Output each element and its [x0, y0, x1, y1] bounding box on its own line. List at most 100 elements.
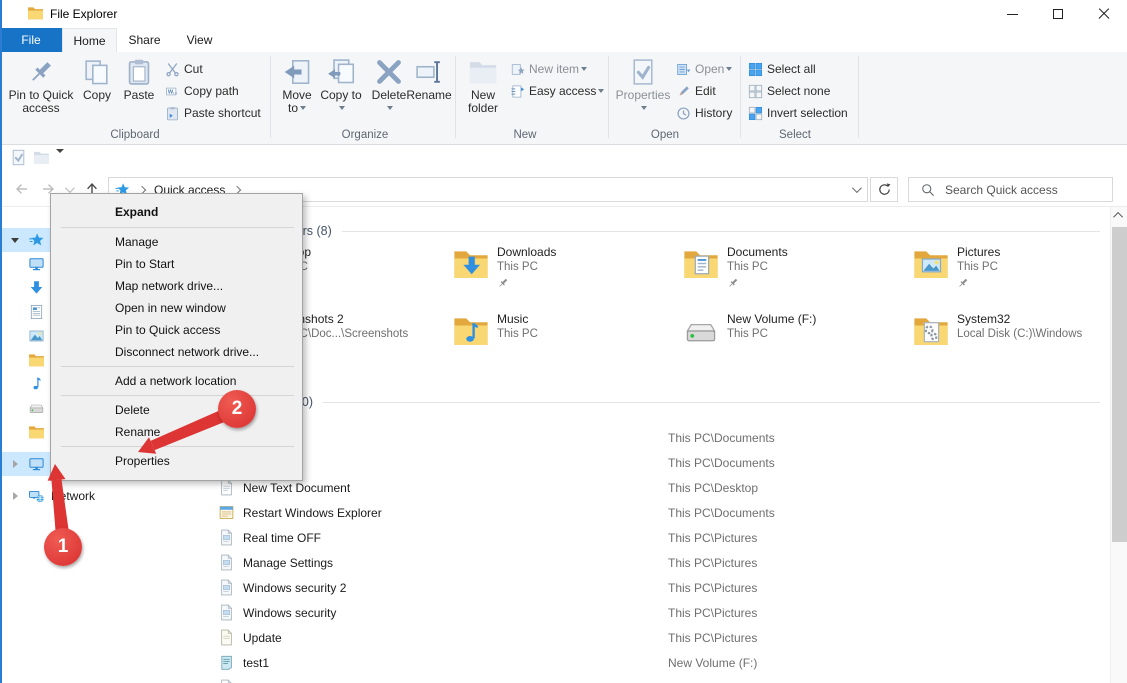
context-menu-item[interactable]: Properties — [51, 450, 302, 472]
tab-home[interactable]: Home — [62, 28, 117, 52]
paste-button[interactable]: Paste — [120, 58, 158, 102]
file-icon — [218, 504, 235, 521]
context-menu-item[interactable]: Map network drive... — [51, 275, 302, 297]
file-row[interactable]: This PC\Documents — [185, 425, 1105, 450]
context-menu-item[interactable]: Add a network location — [51, 370, 302, 392]
context-menu-item[interactable]: Disconnect network drive... — [51, 341, 302, 363]
new-item-button[interactable]: New item — [510, 60, 587, 78]
expander-icon[interactable] — [8, 376, 24, 392]
nav-item-icon — [28, 232, 45, 248]
address-dropdown-button[interactable] — [844, 178, 867, 201]
file-location: This PC\Pictures — [668, 581, 757, 595]
file-name: Windows security — [243, 606, 668, 620]
expander-icon[interactable] — [8, 280, 24, 296]
menu-separator — [61, 227, 294, 228]
new-folder-button[interactable]: New folder — [461, 58, 505, 115]
scrollbar-up-arrow[interactable] — [1111, 207, 1127, 224]
file-row[interactable]: WINDOWS KEY New Volume (F:) — [185, 675, 1105, 683]
file-row[interactable]: New Text Document This PC\Desktop — [185, 475, 1105, 500]
maximize-icon — [1053, 9, 1063, 19]
expander-icon[interactable] — [8, 232, 24, 248]
context-menu-item[interactable]: Open in new window — [51, 297, 302, 319]
tab-view[interactable]: View — [172, 28, 227, 52]
menu-separator — [61, 395, 294, 396]
expander-icon[interactable] — [8, 488, 24, 504]
copy-label: Copy — [83, 89, 111, 102]
cut-button[interactable]: Cut — [165, 60, 203, 78]
vertical-scrollbar[interactable] — [1110, 207, 1127, 683]
context-menu-item[interactable]: Expand — [51, 200, 302, 224]
file-row[interactable]: Real time OFF This PC\Pictures — [185, 525, 1105, 550]
tab-share[interactable]: Share — [117, 28, 172, 52]
pin-to-quick-access-button[interactable]: Pin to Quick access — [8, 58, 74, 115]
group-separator — [455, 56, 456, 138]
context-menu-item[interactable]: Rename — [51, 421, 302, 443]
paste-shortcut-button[interactable]: Paste shortcut — [165, 104, 261, 122]
folder-tile[interactable]: System32 Local Disk (C:)\Windows — [912, 312, 1127, 379]
back-button[interactable] — [10, 177, 34, 201]
select-none-button[interactable]: Select none — [748, 82, 830, 100]
expander-icon[interactable] — [8, 304, 24, 320]
history-button[interactable]: History — [676, 104, 732, 122]
file-row[interactable]: Manage Settings This PC\Pictures — [185, 550, 1105, 575]
expander-icon[interactable] — [8, 424, 24, 440]
folder-tile[interactable]: Documents This PC — [682, 245, 912, 312]
quick-access-toolbar — [0, 145, 1127, 171]
invert-selection-button[interactable]: Invert selection — [748, 104, 848, 122]
open-button[interactable]: Open — [676, 60, 732, 78]
file-name: Update — [243, 631, 668, 645]
move-to-button[interactable]: Move to — [276, 58, 318, 115]
rename-icon — [414, 58, 444, 86]
select-all-button[interactable]: Select all — [748, 60, 816, 78]
context-menu-item[interactable]: Pin to Quick access — [51, 319, 302, 341]
invert-selection-label: Invert selection — [767, 106, 848, 120]
titlebar[interactable]: File Explorer — [0, 0, 1127, 28]
file-icon — [218, 579, 235, 596]
easy-access-button[interactable]: Easy access — [510, 82, 604, 100]
minimize-button[interactable] — [989, 0, 1035, 28]
copy-path-button[interactable]: Copy path — [165, 82, 239, 100]
file-row[interactable]: Windows security This PC\Pictures — [185, 600, 1105, 625]
ribbon: Pin to Quick access Copy Paste Cut Copy … — [0, 52, 1127, 145]
delete-button[interactable]: Delete — [368, 58, 410, 115]
nav-item-icon — [28, 488, 45, 504]
expander-icon[interactable] — [8, 256, 24, 272]
context-menu-item[interactable]: Delete — [51, 399, 302, 421]
folder-tile[interactable]: Pictures This PC — [912, 245, 1127, 312]
file-row[interactable]: This PC\Documents — [185, 450, 1105, 475]
maximize-button[interactable] — [1035, 0, 1081, 28]
qat-customize-icon[interactable] — [56, 153, 68, 167]
file-row[interactable]: Restart Windows Explorer This PC\Documen… — [185, 500, 1105, 525]
copy-button[interactable]: Copy — [78, 58, 116, 102]
qat-properties-icon[interactable] — [10, 149, 27, 166]
expander-icon[interactable] — [8, 352, 24, 368]
folder-tile[interactable]: Music This PC — [452, 312, 682, 379]
expander-icon[interactable] — [8, 400, 24, 416]
scrollbar-thumb[interactable] — [1112, 227, 1127, 542]
rename-button[interactable]: Rename — [406, 58, 452, 102]
expander-icon[interactable] — [8, 456, 24, 472]
close-button[interactable] — [1081, 0, 1127, 28]
properties-label: Properties — [616, 89, 671, 115]
context-menu-item[interactable]: Manage — [51, 231, 302, 253]
paste-shortcut-label: Paste shortcut — [184, 106, 261, 120]
refresh-button[interactable] — [870, 177, 898, 202]
qat-new-folder-icon[interactable] — [33, 149, 50, 166]
expander-icon[interactable] — [8, 328, 24, 344]
nav-item[interactable]: Network — [0, 484, 182, 508]
file-row[interactable]: test1 New Volume (F:) — [185, 650, 1105, 675]
properties-button[interactable]: Properties — [614, 58, 672, 115]
file-row[interactable]: Windows security 2 This PC\Pictures — [185, 575, 1105, 600]
search-input[interactable] — [945, 183, 1105, 197]
tab-file[interactable]: File — [0, 28, 62, 52]
edit-button[interactable]: Edit — [676, 82, 716, 100]
pin-icon — [727, 277, 739, 289]
nav-item-label: Network — [51, 489, 95, 503]
context-menu-item[interactable]: Pin to Start — [51, 253, 302, 275]
file-icon — [218, 604, 235, 621]
search-box[interactable] — [908, 177, 1113, 202]
folder-tile[interactable]: New Volume (F:) This PC — [682, 312, 912, 379]
file-row[interactable]: Update This PC\Pictures — [185, 625, 1105, 650]
copy-to-button[interactable]: Copy to — [320, 58, 362, 115]
folder-tile[interactable]: Downloads This PC — [452, 245, 682, 312]
